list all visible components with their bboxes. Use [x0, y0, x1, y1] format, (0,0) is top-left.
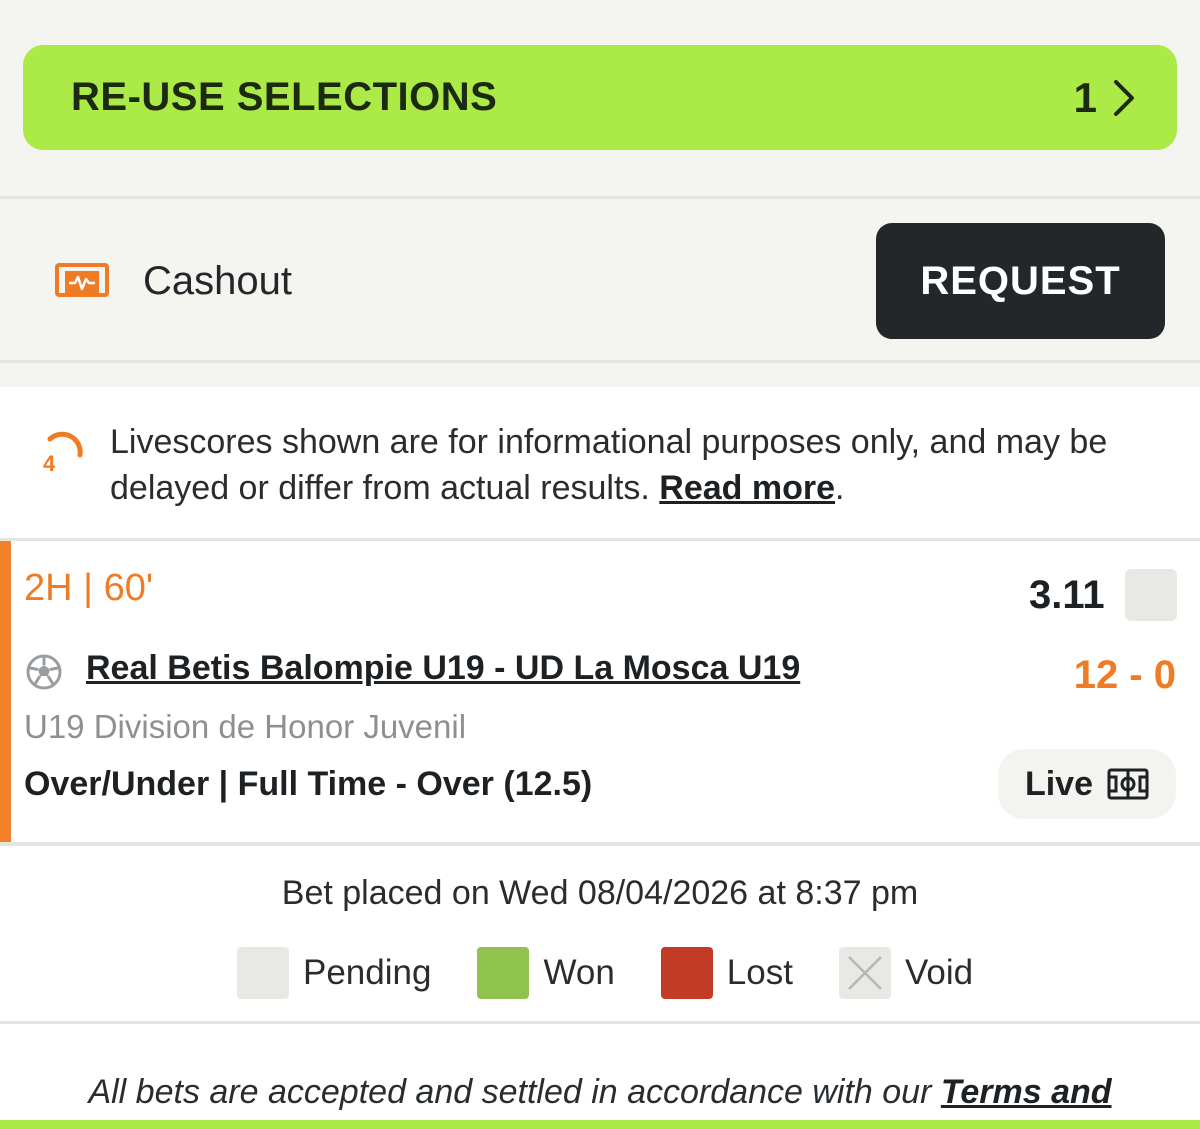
request-cashout-button[interactable]: REQUEST: [876, 223, 1165, 339]
bottom-accent-bar: [0, 1120, 1200, 1129]
legend-lost: Lost: [660, 947, 793, 999]
live-label: Live: [1024, 764, 1094, 803]
legend-label: Pending: [303, 953, 432, 992]
cashout-row: Cashout REQUEST: [0, 200, 1200, 362]
read-more-link[interactable]: Read more: [659, 469, 835, 507]
terms-link[interactable]: Terms and: [941, 1073, 1112, 1111]
selection-status-box: [1125, 569, 1177, 621]
lost-swatch: [660, 947, 713, 999]
divider: [0, 1021, 1200, 1024]
notice-body: Livescores shown are for informational p…: [110, 423, 1108, 507]
cashout-label: Cashout: [143, 258, 292, 303]
bet-odds: 3.11: [1029, 573, 1105, 617]
livescore-clock-icon: 4: [40, 431, 84, 475]
match-time: 2H | 60': [24, 567, 154, 609]
reuse-selections-button[interactable]: RE-USE SELECTIONS 1: [23, 45, 1177, 150]
legend-won: Won: [477, 947, 615, 999]
pitch-icon: [1107, 768, 1149, 800]
bet-market: Over/Under | Full Time - Over (12.5): [24, 765, 593, 803]
legend-label: Void: [904, 953, 974, 992]
match-score: 12 - 0: [1073, 653, 1176, 697]
void-swatch: [838, 947, 891, 999]
svg-text:4: 4: [43, 451, 56, 475]
status-legend: Pending Won Lost Void: [237, 947, 1019, 999]
reuse-selections-label: RE-USE SELECTIONS: [71, 75, 498, 119]
bet-details-section: 4 Livescores shown are for informational…: [0, 387, 1200, 1129]
cashout-info: Cashout: [55, 259, 292, 304]
legend-pending: Pending: [237, 947, 431, 999]
terms-footer: All bets are accepted and settled in acc…: [0, 1073, 1200, 1112]
legend-label: Won: [543, 953, 615, 992]
legend-label: Lost: [726, 953, 793, 992]
won-swatch: [477, 947, 530, 999]
notice-end: .: [835, 469, 845, 507]
reuse-selections-right: 1: [1074, 74, 1137, 122]
chevron-right-icon: [1111, 78, 1137, 118]
livescore-notice-text: Livescores shown are for informational p…: [110, 419, 1170, 511]
league-name: U19 Division de Honor Juvenil: [24, 708, 467, 745]
divider: [0, 842, 1200, 846]
football-icon: [25, 653, 63, 691]
cross-icon: [848, 956, 882, 990]
pending-swatch: [237, 947, 289, 999]
bet-placed-date: Bet placed on Wed 08/04/2026 at 8:37 pm: [281, 874, 919, 912]
match-name-link[interactable]: Real Betis Balompie U19 - UD La Mosca U1…: [86, 649, 800, 688]
divider: [0, 196, 1200, 199]
footer-text: All bets are accepted and settled in acc…: [88, 1073, 941, 1111]
live-match-button[interactable]: Live: [998, 749, 1176, 819]
legend-void: Void: [838, 947, 974, 999]
bet-receipt-page: RE-USE SELECTIONS 1 Cashout REQUEST 4 Li…: [0, 0, 1200, 1129]
bet-selection-card: 2H | 60' 3.11 Real Betis Balompie U19 - …: [0, 541, 1200, 844]
reuse-selections-count: 1: [1073, 73, 1097, 121]
divider: [0, 360, 1200, 363]
cashout-icon: [55, 261, 109, 301]
livescore-notice: 4 Livescores shown are for informational…: [0, 387, 1200, 539]
